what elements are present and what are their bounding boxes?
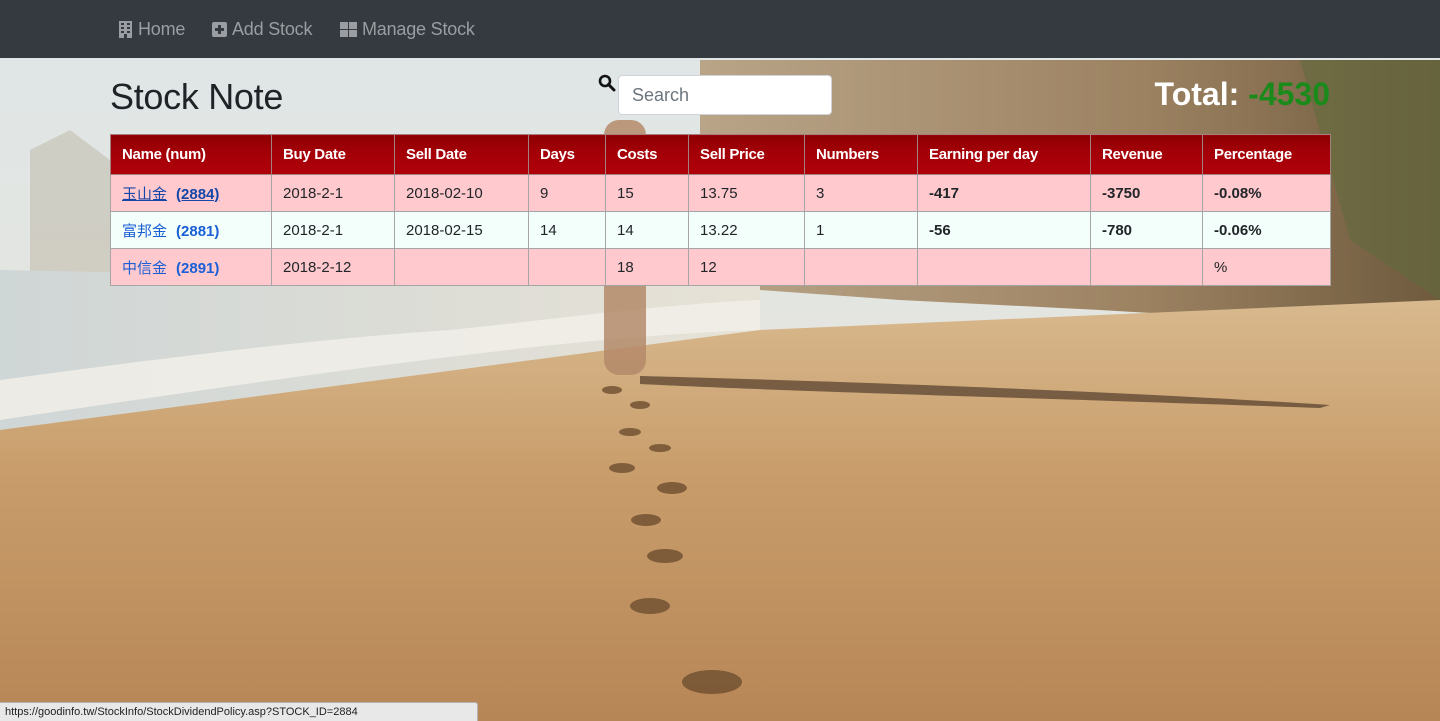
sell-price-cell: 13.75 — [688, 174, 805, 212]
buy-date-cell: 2018-2-1 — [271, 211, 395, 249]
sell-price-cell: 13.22 — [688, 211, 805, 249]
nav-manage-stock[interactable]: Manage Stock — [340, 0, 475, 58]
sell-date-cell — [394, 248, 529, 286]
search-input[interactable] — [618, 75, 832, 115]
column-header: Days — [528, 134, 606, 175]
page-title: Stock Note — [110, 76, 284, 117]
grid-icon — [340, 21, 357, 37]
search-icon — [598, 74, 616, 92]
costs-cell: 14 — [605, 211, 689, 249]
percentage-cell: -0.06% — [1202, 211, 1331, 249]
sell-price-cell: 12 — [688, 248, 805, 286]
nav-home[interactable]: Home — [118, 0, 185, 58]
revenue-cell: -3750 — [1090, 174, 1203, 212]
column-header: Sell Price — [688, 134, 805, 175]
stock-number-link[interactable]: (2881) — [176, 223, 219, 240]
stock-name-cell: 中信金 (2891) — [110, 248, 272, 286]
table-header-row: Name (num) Buy Date Sell Date Days Costs… — [110, 134, 1331, 175]
column-header: Costs — [605, 134, 689, 175]
costs-cell: 18 — [605, 248, 689, 286]
column-header: Numbers — [804, 134, 918, 175]
nav-manage-stock-label: Manage Stock — [362, 18, 475, 39]
days-cell: 9 — [528, 174, 606, 212]
table-row: 中信金 (2891) 2018-2-12 18 12 % — [110, 248, 1331, 286]
numbers-cell — [804, 248, 918, 286]
table-row: 富邦金 (2881) 2018-2-1 2018-02-15 14 14 13.2… — [110, 211, 1331, 249]
earning-per-day-cell — [917, 248, 1091, 286]
sell-date-cell: 2018-02-15 — [394, 211, 529, 249]
stock-table: Name (num) Buy Date Sell Date Days Costs… — [110, 134, 1331, 286]
stock-name-cell: 玉山金 (2884) — [110, 174, 272, 212]
stock-name-link[interactable]: 富邦金 — [122, 223, 167, 240]
days-cell — [528, 248, 606, 286]
column-header: Name (num) — [110, 134, 272, 175]
stock-number-link[interactable]: (2884) — [176, 186, 219, 203]
total-label: Total: — [1154, 76, 1240, 112]
revenue-cell — [1090, 248, 1203, 286]
sell-date-cell: 2018-02-10 — [394, 174, 529, 212]
column-header: Sell Date — [394, 134, 529, 175]
column-header: Revenue — [1090, 134, 1203, 175]
total-value: -4530 — [1248, 76, 1330, 112]
column-header: Earning per day — [917, 134, 1091, 175]
earning-per-day-cell: -417 — [917, 174, 1091, 212]
days-cell: 14 — [528, 211, 606, 249]
buy-date-cell: 2018-2-1 — [271, 174, 395, 212]
status-bar-url: https://goodinfo.tw/StockInfo/StockDivid… — [0, 702, 478, 721]
total-summary: Total: -4530 — [1155, 76, 1330, 113]
stock-name-cell: 富邦金 (2881) — [110, 211, 272, 249]
navbar: Home Add Stock Manage Stock — [0, 0, 1440, 58]
table-row: 玉山金 (2884) 2018-2-1 2018-02-10 9 15 13.75… — [110, 174, 1331, 212]
nav-add-stock-label: Add Stock — [232, 18, 313, 39]
percentage-cell: -0.08% — [1202, 174, 1331, 212]
nav-add-stock[interactable]: Add Stock — [212, 0, 312, 58]
earning-per-day-cell: -56 — [917, 211, 1091, 249]
buy-date-cell: 2018-2-12 — [271, 248, 395, 286]
stock-number-link[interactable]: (2891) — [176, 260, 219, 277]
nav-home-label: Home — [138, 18, 186, 39]
numbers-cell: 3 — [804, 174, 918, 212]
plus-square-icon — [212, 21, 227, 37]
column-header: Percentage — [1202, 134, 1331, 175]
column-header: Buy Date — [271, 134, 395, 175]
revenue-cell: -780 — [1090, 211, 1203, 249]
building-icon — [119, 20, 132, 38]
percentage-cell: % — [1202, 248, 1331, 286]
numbers-cell: 1 — [804, 211, 918, 249]
costs-cell: 15 — [605, 174, 689, 212]
stock-name-link[interactable]: 中信金 — [122, 260, 167, 277]
stock-name-link[interactable]: 玉山金 — [122, 186, 167, 203]
